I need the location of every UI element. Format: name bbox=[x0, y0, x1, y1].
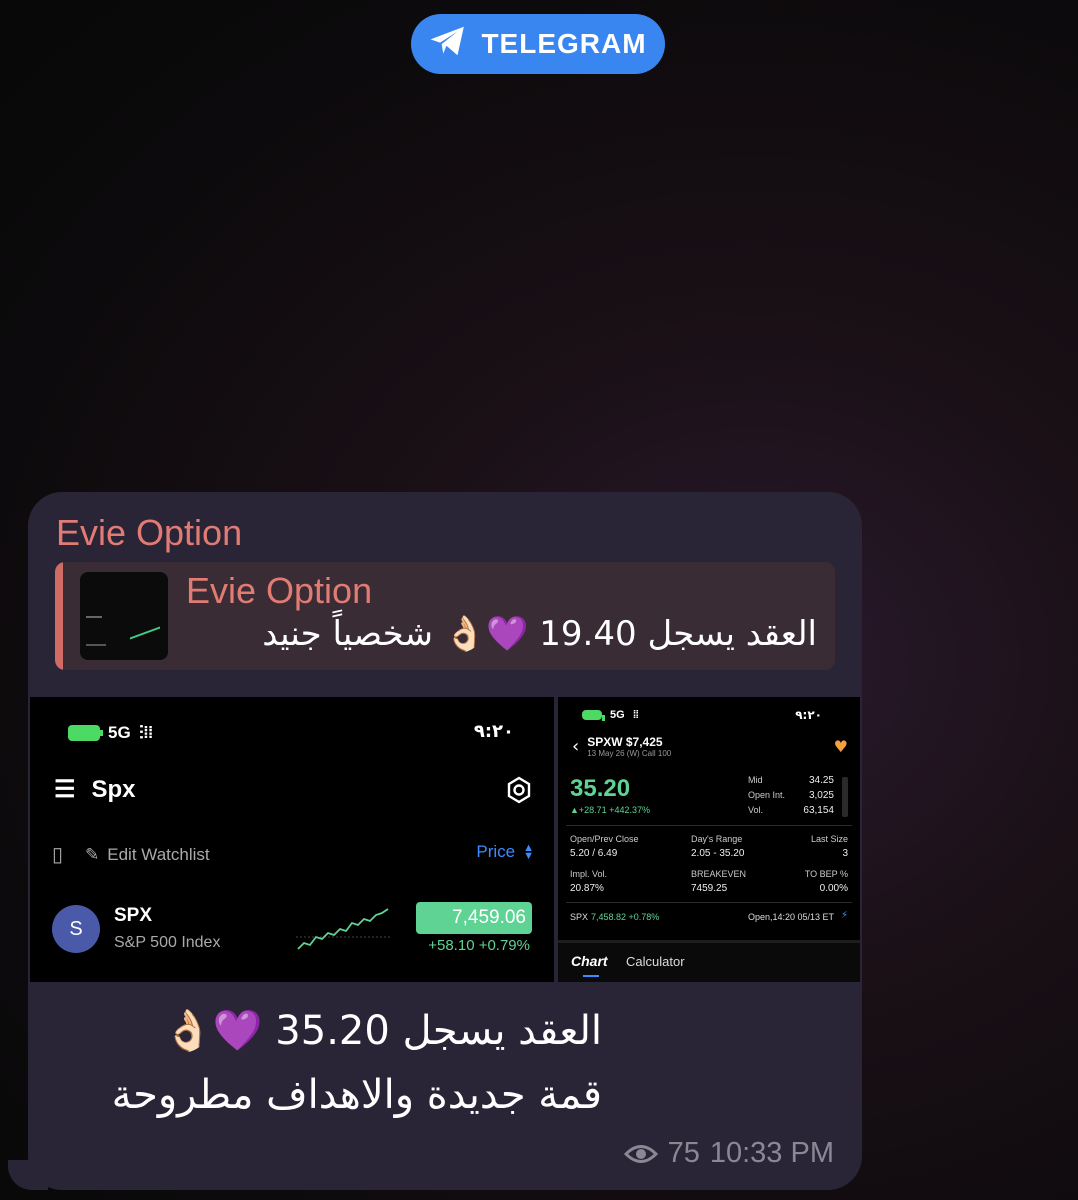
edit-watchlist-button[interactable]: ✎ Edit Watchlist bbox=[85, 845, 210, 865]
signal-icon: ⵗ⁞⁞ bbox=[138, 723, 154, 742]
tab-active-indicator bbox=[583, 975, 599, 977]
tab-calculator[interactable]: Calculator bbox=[626, 954, 685, 969]
grid-label-to-bep: TO BEP % bbox=[804, 869, 848, 879]
phone-icon[interactable]: ▯ bbox=[52, 842, 63, 867]
underlying-quote: 7,458.82 +0.78% bbox=[591, 912, 660, 922]
sort-price-button[interactable]: Price ▲ ▼ bbox=[476, 842, 534, 862]
watchlist-title: Spx bbox=[91, 775, 136, 803]
view-count: 75 bbox=[667, 1137, 700, 1169]
watchlist-header: ☰ Spx bbox=[54, 775, 136, 804]
option-price: 35.20 bbox=[570, 775, 631, 802]
grid-label-days-range: Day's Range bbox=[691, 834, 743, 844]
message-meta: 75 10:33 PM bbox=[623, 1137, 834, 1170]
divider bbox=[566, 825, 852, 826]
price-pill[interactable]: 7,459.06 bbox=[416, 902, 532, 934]
message-line-2: قمة جديدة والاهداف مطروحة bbox=[111, 1072, 602, 1118]
stat-value-vol: 63,154 bbox=[803, 805, 834, 816]
reply-thumbnail bbox=[80, 572, 168, 660]
reply-text: العقد يسجل 19.40 💜👌🏻 شخصياً جنيد bbox=[262, 614, 817, 654]
clock: ٩:٢٠ bbox=[795, 708, 822, 722]
badge-label: TELEGRAM bbox=[481, 28, 647, 59]
lightning-icon: ⚡ bbox=[840, 910, 848, 921]
price-change: +58.10 +0.79% bbox=[428, 937, 530, 954]
grid-label-open-prev: Open/Prev Close bbox=[570, 834, 639, 844]
stat-value-open-int: 3,025 bbox=[808, 790, 834, 801]
network-label: 5G bbox=[108, 723, 131, 742]
watchlist-toolbar: ▯ ✎ Edit Watchlist bbox=[52, 842, 210, 867]
symbol-name: S&P 500 Index bbox=[114, 934, 221, 951]
grid-label-last-size: Last Size bbox=[810, 834, 848, 844]
contract-title: SPXW $7,425 bbox=[587, 735, 663, 749]
menu-icon[interactable]: ☰ bbox=[54, 775, 76, 804]
scroll-indicator[interactable] bbox=[842, 777, 848, 817]
telegram-paper-plane-icon bbox=[429, 25, 467, 64]
contract-header: ‹ SPXW $7,425 13 May 26 (W) Call 100 bbox=[572, 735, 671, 758]
reply-preview[interactable]: Evie Option العقد يسجل 19.40 💜👌🏻 شخصياً … bbox=[55, 562, 835, 670]
favorite-heart-icon[interactable]: ♥ bbox=[834, 737, 848, 756]
edit-icon: ✎ bbox=[85, 844, 100, 864]
settings-icon[interactable] bbox=[504, 775, 534, 805]
sender-name[interactable]: Evie Option bbox=[56, 512, 242, 554]
grid-value-breakeven: 7459.25 bbox=[691, 883, 728, 894]
stat-label-vol: Vol. bbox=[748, 805, 764, 815]
tab-chart-label: Chart bbox=[571, 953, 608, 969]
tab-bar: Chart Calculator bbox=[558, 940, 860, 982]
contract-subtitle: 13 May 26 (W) Call 100 bbox=[587, 749, 672, 758]
grid-value-days-range: 2.05 - 35.20 bbox=[691, 848, 745, 859]
photo-watchlist[interactable]: 5G ⵗ⁞⁞ ٩:٢٠ ☰ Spx ▯ ✎ Edit Watchlist Pri… bbox=[30, 697, 554, 982]
message-bubble[interactable]: Evie Option Evie Option العقد يسجل 19.40… bbox=[28, 492, 862, 1190]
network-label: 5G bbox=[610, 709, 625, 721]
grid-label-impl-vol: Impl. Vol. bbox=[570, 869, 608, 879]
grid-value-last-size: 3 bbox=[842, 848, 848, 859]
market-status: Open,14:20 05/13 ET bbox=[747, 912, 834, 922]
grid-label-breakeven: BREAKEVEN bbox=[691, 869, 747, 879]
option-change: ▲+28.71 +442.37% bbox=[570, 805, 650, 815]
sparkline-chart bbox=[296, 908, 390, 950]
telegram-badge: TELEGRAM bbox=[411, 14, 665, 74]
stat-label-open-int: Open Int. bbox=[748, 790, 786, 800]
views-eye-icon bbox=[623, 1144, 658, 1163]
clock: ٩:٢٠ bbox=[473, 721, 514, 742]
symbol-avatar: S bbox=[52, 905, 100, 953]
status-bar: 5G ⵗ⁞⁞ bbox=[68, 723, 154, 743]
reply-sender-name: Evie Option bbox=[186, 570, 373, 611]
status-bar: 5G ⁞⁞ bbox=[582, 709, 639, 721]
grid-value-impl-vol: 20.87% bbox=[570, 883, 604, 894]
underlying-symbol: SPX bbox=[570, 912, 589, 922]
grid-value-to-bep: 0.00% bbox=[819, 883, 848, 894]
photo-option-quote[interactable]: 5G ⁞⁞ ٩:٢٠ ‹ SPXW $7,425 13 May 26 (W) C… bbox=[558, 697, 860, 982]
symbol-ticker[interactable]: SPX bbox=[114, 905, 152, 927]
message-time: 10:33 PM bbox=[709, 1137, 834, 1169]
sort-label: Price bbox=[476, 842, 516, 861]
reply-accent-bar bbox=[55, 562, 63, 670]
divider bbox=[566, 902, 852, 903]
message-line-1: العقد يسجل 35.20 💜👌🏻 bbox=[162, 1008, 602, 1054]
battery-icon bbox=[68, 725, 103, 741]
sort-arrows-icon: ▲ ▼ bbox=[523, 842, 534, 862]
stat-value-mid: 34.25 bbox=[808, 775, 834, 786]
battery-icon bbox=[582, 710, 605, 721]
signal-icon: ⁞⁞ bbox=[632, 709, 639, 721]
edit-watchlist-label: Edit Watchlist bbox=[107, 844, 210, 864]
tab-chart[interactable]: Chart bbox=[571, 953, 608, 977]
back-chevron-icon[interactable]: ‹ bbox=[572, 736, 579, 757]
stat-label-mid: Mid bbox=[748, 775, 763, 785]
grid-value-open-prev: 5.20 / 6.49 bbox=[570, 848, 618, 859]
